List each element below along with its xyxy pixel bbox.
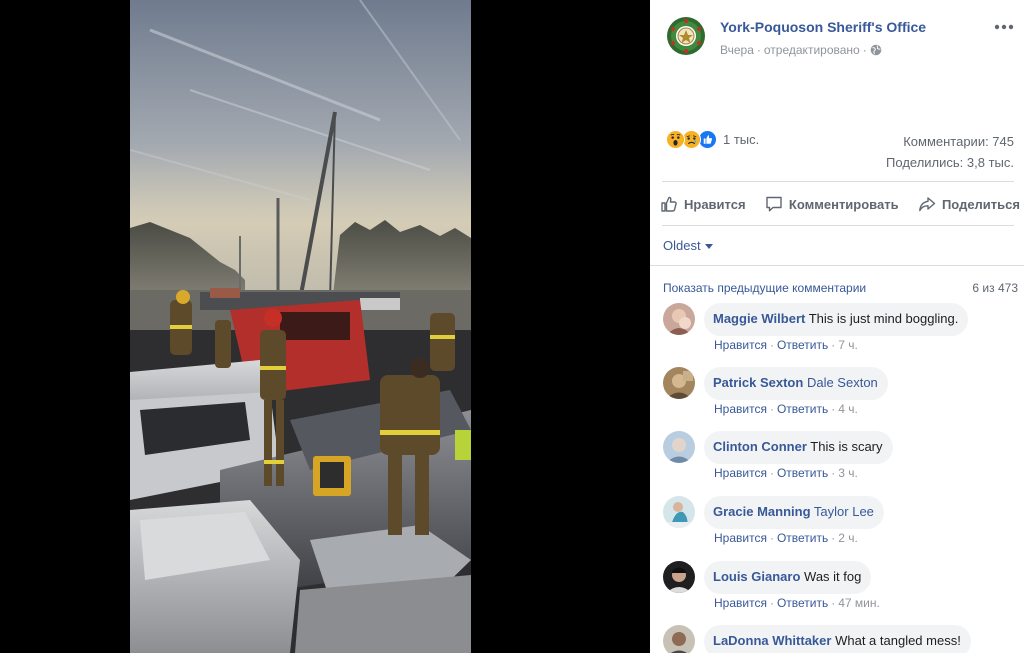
comment-like-link[interactable]: Нравится	[714, 402, 767, 416]
commenter-avatar[interactable]	[663, 561, 695, 593]
reaction-count[interactable]: 1 тыс.	[723, 132, 759, 147]
commenter-avatar[interactable]	[663, 496, 695, 528]
commenter-avatar[interactable]	[663, 303, 695, 335]
meta-separator: ·	[862, 43, 867, 57]
comment-item: Clinton Conner This is scary Нравится · От…	[663, 431, 1013, 491]
like-button[interactable]: Нравится	[660, 195, 746, 213]
comment-author[interactable]: Gracie Manning	[713, 504, 811, 519]
comment-item: Maggie Wilbert This is just mind bogglin…	[663, 303, 1013, 363]
divider	[662, 181, 1014, 182]
comment-item: Gracie Manning Taylor Lee Нравится · Ответ…	[663, 496, 1013, 556]
comment-sort-value: Oldest	[663, 238, 701, 253]
thumbs-up-icon	[661, 196, 677, 212]
comment-time[interactable]: 47 мин.	[838, 596, 880, 610]
separator-dot: ·	[831, 466, 836, 480]
comment-bubble: Patrick Sexton Dale Sexton	[704, 367, 888, 400]
comment-text: Was it fog	[804, 569, 862, 584]
commenter-avatar[interactable]	[663, 431, 695, 463]
separator-dot: ·	[831, 531, 836, 545]
view-previous-comments-link[interactable]: Показать предыдущие комментарии	[663, 281, 866, 295]
post-time[interactable]: Вчера	[720, 43, 754, 57]
comment-actions: Нравится · Ответить · 47 мин.	[714, 596, 880, 610]
comment-text: This is scary	[810, 439, 883, 454]
comment-item: Louis Gianaro Was it fog Нравится · Ответи…	[663, 561, 1013, 621]
comment-like-link[interactable]: Нравится	[714, 596, 767, 610]
separator-dot: ·	[769, 531, 774, 545]
comment-like-link[interactable]: Нравится	[714, 338, 767, 352]
separator-dot: ·	[769, 402, 774, 416]
meta-separator: ·	[756, 43, 761, 57]
comment-time[interactable]: 4 ч.	[838, 402, 858, 416]
separator-dot: ·	[769, 466, 774, 480]
post-header: York-Poquoson Sheriff's Office Вчера · о…	[666, 16, 1016, 64]
globe-icon[interactable]	[870, 44, 882, 56]
comment-time[interactable]: 2 ч.	[838, 531, 858, 545]
previous-comments-row: Показать предыдущие комментарии 6 из 473	[663, 281, 1018, 295]
wow-icon	[666, 129, 685, 149]
comment-button[interactable]: Комментировать	[765, 195, 899, 213]
comment-reply-link[interactable]: Ответить	[777, 338, 828, 352]
commenter-avatar[interactable]	[663, 367, 695, 399]
comment-sort-dropdown[interactable]: Oldest	[663, 238, 713, 253]
comment-like-link[interactable]: Нравится	[714, 466, 767, 480]
comment-bubble: Maggie Wilbert This is just mind bogglin…	[704, 303, 969, 336]
comment-bubble: Gracie Manning Taylor Lee	[704, 496, 884, 529]
divider	[662, 225, 1014, 226]
comment-actions: Нравится · Ответить · 3 ч.	[714, 466, 858, 480]
separator-dot: ·	[831, 338, 836, 352]
tagged-user[interactable]: Taylor Lee	[814, 504, 874, 519]
page-avatar[interactable]	[666, 16, 706, 56]
post-meta: Вчера · отредактировано ·	[720, 43, 882, 57]
share-icon	[919, 197, 936, 212]
comment-time[interactable]: 3 ч.	[838, 466, 858, 480]
comment-author[interactable]: Clinton Conner	[713, 439, 807, 454]
tagged-user[interactable]: Dale Sexton	[807, 375, 878, 390]
comment-bubble: Louis Gianaro Was it fog	[704, 561, 872, 594]
separator-dot: ·	[831, 402, 836, 416]
share-button-label: Поделиться	[941, 196, 1020, 212]
comment-reply-link[interactable]: Ответить	[777, 531, 828, 545]
separator-dot: ·	[831, 596, 836, 610]
comment-reply-link[interactable]: Ответить	[777, 402, 828, 416]
comment-actions: Нравится · Ответить · 2 ч.	[714, 531, 858, 545]
post-photo[interactable]	[130, 0, 471, 653]
edited-label[interactable]: отредактировано	[764, 43, 860, 57]
shares-count[interactable]: Поделились: 3,8 тыс.	[886, 152, 1014, 173]
comment-icon	[766, 196, 782, 212]
reactions-summary[interactable]: 1 тыс.	[666, 127, 759, 151]
page-name[interactable]: York-Poquoson Sheriff's Office	[720, 19, 926, 35]
comment-like-link[interactable]: Нравится	[714, 531, 767, 545]
like-button-label: Нравится	[684, 196, 746, 212]
post-side-panel: York-Poquoson Sheriff's Office Вчера · о…	[650, 0, 1024, 653]
comment-author[interactable]: Maggie Wilbert	[713, 311, 805, 326]
comment-actions: Нравится · Ответить · 7 ч.	[714, 338, 858, 352]
comments-count[interactable]: Комментарии: 745	[886, 131, 1014, 152]
divider	[650, 265, 1024, 266]
comment-author[interactable]: Louis Gianaro	[713, 569, 800, 584]
comment-item: Patrick Sexton Dale Sexton Нравится · Отве…	[663, 367, 1013, 427]
comment-item: LaDonna Whittaker What a tangled mess!	[663, 625, 1013, 653]
commenter-avatar[interactable]	[663, 625, 695, 653]
comment-actions: Нравится · Ответить · 4 ч.	[714, 402, 858, 416]
comment-reply-link[interactable]: Ответить	[777, 466, 828, 480]
post-actions: Нравится Комментировать Поделиться	[660, 189, 1020, 219]
comments-pager-count: 6 из 473	[972, 281, 1018, 295]
comment-author[interactable]: LaDonna Whittaker	[713, 633, 831, 648]
post-stats: Комментарии: 745 Поделились: 3,8 тыс.	[886, 131, 1014, 173]
comment-time[interactable]: 7 ч.	[838, 338, 858, 352]
caret-down-icon	[704, 244, 713, 249]
comment-bubble: LaDonna Whittaker What a tangled mess!	[704, 625, 971, 653]
comment-text: What a tangled mess!	[835, 633, 961, 648]
comment-author[interactable]: Patrick Sexton	[713, 375, 803, 390]
separator-dot: ·	[769, 338, 774, 352]
comment-button-label: Комментировать	[788, 196, 899, 212]
comment-reply-link[interactable]: Ответить	[777, 596, 828, 610]
separator-dot: ·	[769, 596, 774, 610]
comment-text: This is just mind boggling.	[808, 311, 959, 326]
share-button[interactable]: Поделиться	[918, 195, 1020, 213]
comment-bubble: Clinton Conner This is scary	[704, 431, 893, 464]
photo-viewer	[0, 0, 650, 653]
more-options-icon[interactable]	[992, 16, 1016, 38]
